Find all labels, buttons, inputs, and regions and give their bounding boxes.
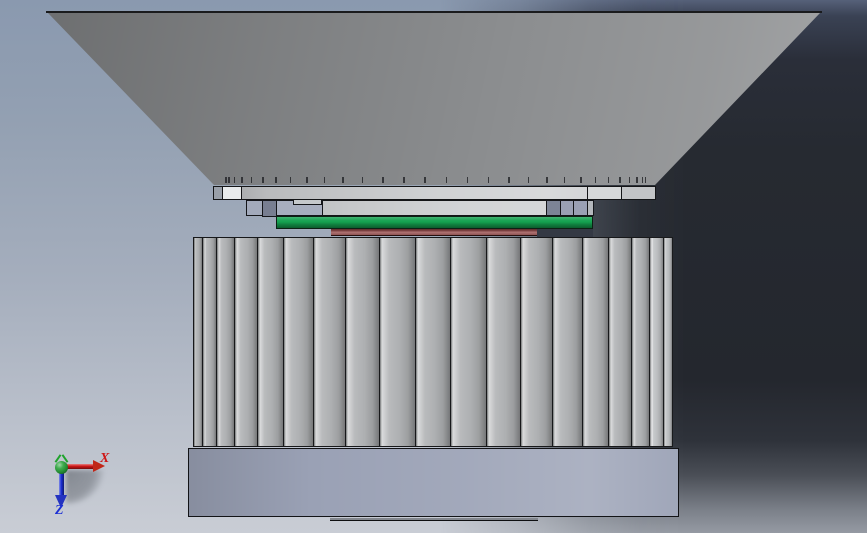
facet-mark <box>546 177 548 183</box>
facet-mark <box>607 177 610 183</box>
facet-mark <box>641 177 644 183</box>
rim-segment[interactable] <box>621 186 656 200</box>
heatsink-fin[interactable] <box>414 237 452 447</box>
z-axis-label: Z <box>55 503 64 518</box>
facet-mark <box>487 177 490 183</box>
facet-mark <box>424 177 426 183</box>
mount-plate-block[interactable] <box>246 200 263 216</box>
heatsink-fin[interactable] <box>485 237 521 447</box>
facet-mark <box>342 177 344 183</box>
base-underside-edge <box>330 518 538 521</box>
heatsink-fin[interactable] <box>256 237 285 447</box>
rim-segment[interactable] <box>222 186 242 200</box>
facet-mark <box>225 177 227 183</box>
facet-mark <box>580 177 582 183</box>
facet-mark <box>403 177 405 183</box>
cad-viewport[interactable]: X Z <box>0 0 867 533</box>
facet-mark <box>233 177 236 183</box>
heatsink-fin[interactable] <box>450 237 487 447</box>
rim-segment[interactable] <box>587 186 623 200</box>
heatsink-fin[interactable] <box>581 237 610 447</box>
facet-mark <box>563 177 566 183</box>
mount-plate-notch <box>293 200 322 205</box>
x-axis-arrow[interactable] <box>67 464 94 469</box>
thermal-pad-strip[interactable] <box>331 229 537 236</box>
facet-mark <box>644 177 647 183</box>
heatsink-fin[interactable] <box>283 237 314 447</box>
heatsink-fin[interactable] <box>631 237 651 447</box>
mount-plate-block[interactable] <box>573 200 588 216</box>
facet-mark <box>527 177 530 183</box>
mount-plate-block[interactable] <box>546 200 561 216</box>
facet-mark <box>382 177 384 183</box>
z-axis-arrow[interactable] <box>59 473 64 496</box>
facet-mark <box>323 177 326 183</box>
origin-sphere[interactable] <box>55 461 68 474</box>
mount-plate-block[interactable] <box>560 200 574 216</box>
facet-mark <box>262 177 264 183</box>
facet-mark <box>636 177 638 183</box>
heatsink-fin[interactable] <box>215 237 235 447</box>
facet-mark <box>619 177 621 183</box>
heatsink-fin[interactable] <box>201 237 217 447</box>
mount-plate-block[interactable] <box>262 200 277 217</box>
heatsink-fin[interactable] <box>345 237 381 447</box>
lampshade-top-edge <box>46 11 822 13</box>
facet-mark <box>250 177 253 183</box>
facet-mark <box>228 177 230 183</box>
facet-mark <box>508 177 510 183</box>
facet-mark <box>594 177 597 183</box>
facet-mark <box>241 177 243 183</box>
facet-mark <box>361 177 364 183</box>
led-pcb-strip[interactable] <box>276 216 593 229</box>
facet-mark <box>466 177 469 183</box>
facet-mark <box>275 177 277 183</box>
heatsink-fin[interactable] <box>379 237 416 447</box>
facet-mark <box>289 177 292 183</box>
lamp-base[interactable] <box>188 448 679 517</box>
facet-mark <box>445 177 448 183</box>
heatsink-fin[interactable] <box>649 237 665 447</box>
heatsink-fin[interactable] <box>519 237 554 447</box>
heatsink-fin[interactable] <box>552 237 583 447</box>
mount-plate-edge <box>587 200 594 216</box>
facet-mark <box>628 177 631 183</box>
heatsink-fin[interactable] <box>608 237 633 447</box>
heatsink-fin[interactable] <box>312 237 347 447</box>
heatsink-fin[interactable] <box>233 237 258 447</box>
x-axis-label: X <box>100 451 110 466</box>
facet-mark <box>306 177 308 183</box>
heatsink-fin[interactable] <box>663 237 673 447</box>
